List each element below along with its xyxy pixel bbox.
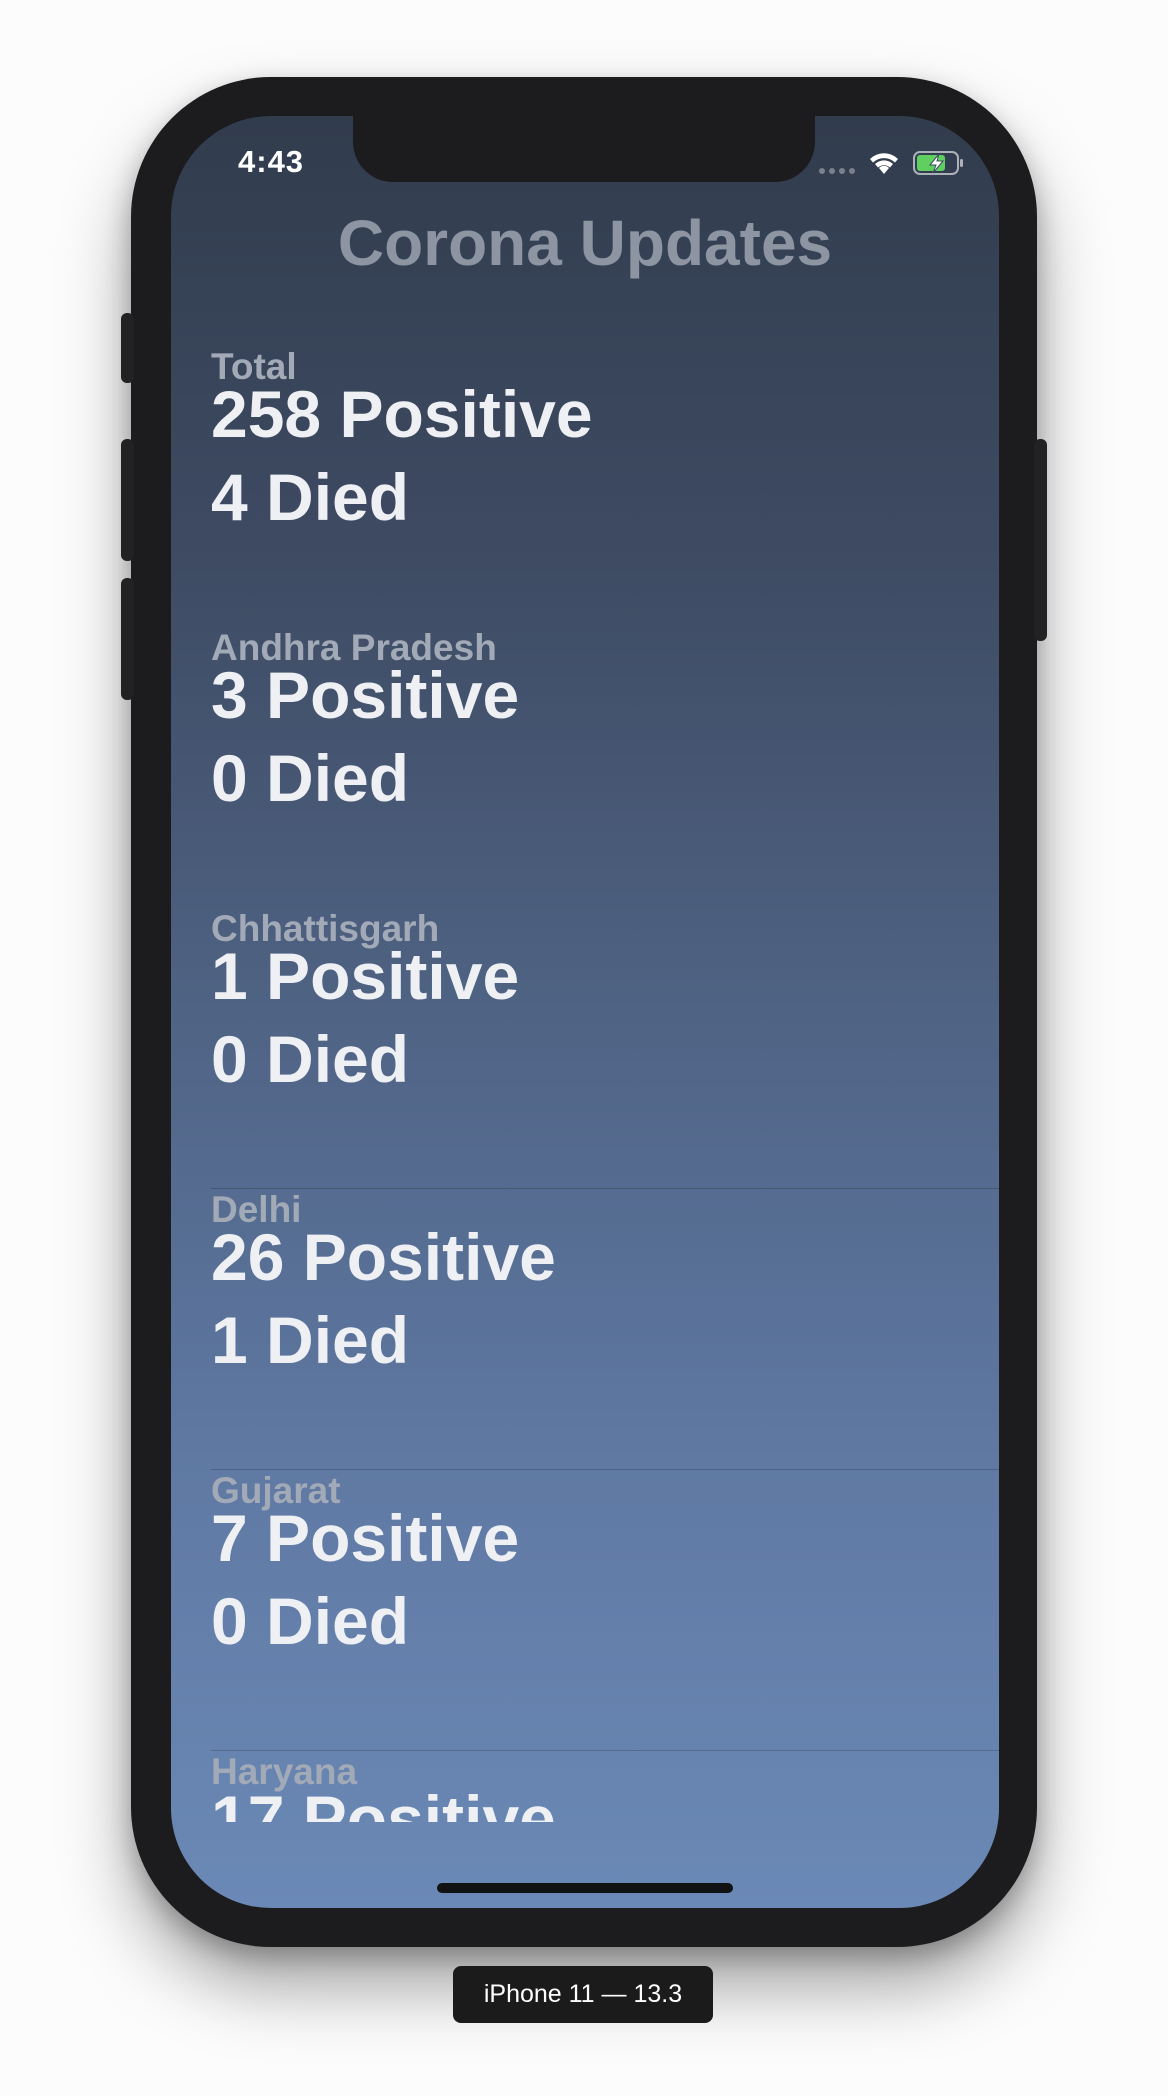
cellular-signal-icon bbox=[819, 152, 855, 174]
positive-count: 17 Positive bbox=[211, 1782, 556, 1822]
volume-down-button bbox=[121, 578, 134, 700]
battery-charging-icon bbox=[913, 151, 963, 175]
list-item[interactable]: Total 258 Positive 4 Died bbox=[171, 346, 999, 627]
power-button bbox=[1034, 439, 1047, 641]
wifi-icon bbox=[870, 153, 898, 174]
list-item[interactable]: Delhi 26 Positive 1 Died bbox=[171, 1189, 999, 1470]
died-count: 0 Died bbox=[211, 1584, 410, 1658]
died-count: 1 Died bbox=[211, 1303, 410, 1377]
status-icons bbox=[819, 150, 965, 176]
positive-count: 7 Positive bbox=[211, 1501, 520, 1575]
list-item[interactable]: Chhattisgarh 1 Positive 0 Died bbox=[171, 908, 999, 1189]
volume-up-button bbox=[121, 439, 134, 561]
notch bbox=[353, 116, 815, 182]
status-time: 4:43 bbox=[238, 144, 305, 179]
state-list[interactable]: Total 258 Positive 4 Died Andhra Pradesh… bbox=[171, 346, 999, 1822]
positive-count: 258 Positive bbox=[211, 377, 593, 451]
list-item[interactable]: Andhra Pradesh 3 Positive 0 Died bbox=[171, 627, 999, 908]
died-count: 0 Died bbox=[211, 1022, 410, 1096]
positive-count: 26 Positive bbox=[211, 1220, 556, 1294]
died-count: 4 Died bbox=[211, 460, 410, 534]
app-title: Corona Updates bbox=[337, 207, 833, 279]
device-label: iPhone 11 — 13.3 bbox=[453, 1966, 713, 2023]
died-count: 0 Died bbox=[211, 741, 410, 815]
home-indicator[interactable] bbox=[437, 1883, 733, 1893]
positive-count: 3 Positive bbox=[211, 658, 520, 732]
app-screen: 4:43 Corona Updates Total 258 Positive 4… bbox=[171, 116, 999, 1908]
positive-count: 1 Positive bbox=[211, 939, 520, 1013]
silent-switch bbox=[121, 313, 134, 383]
list-item[interactable]: Haryana 17 Positive bbox=[171, 1751, 999, 1822]
list-item[interactable]: Gujarat 7 Positive 0 Died bbox=[171, 1470, 999, 1751]
